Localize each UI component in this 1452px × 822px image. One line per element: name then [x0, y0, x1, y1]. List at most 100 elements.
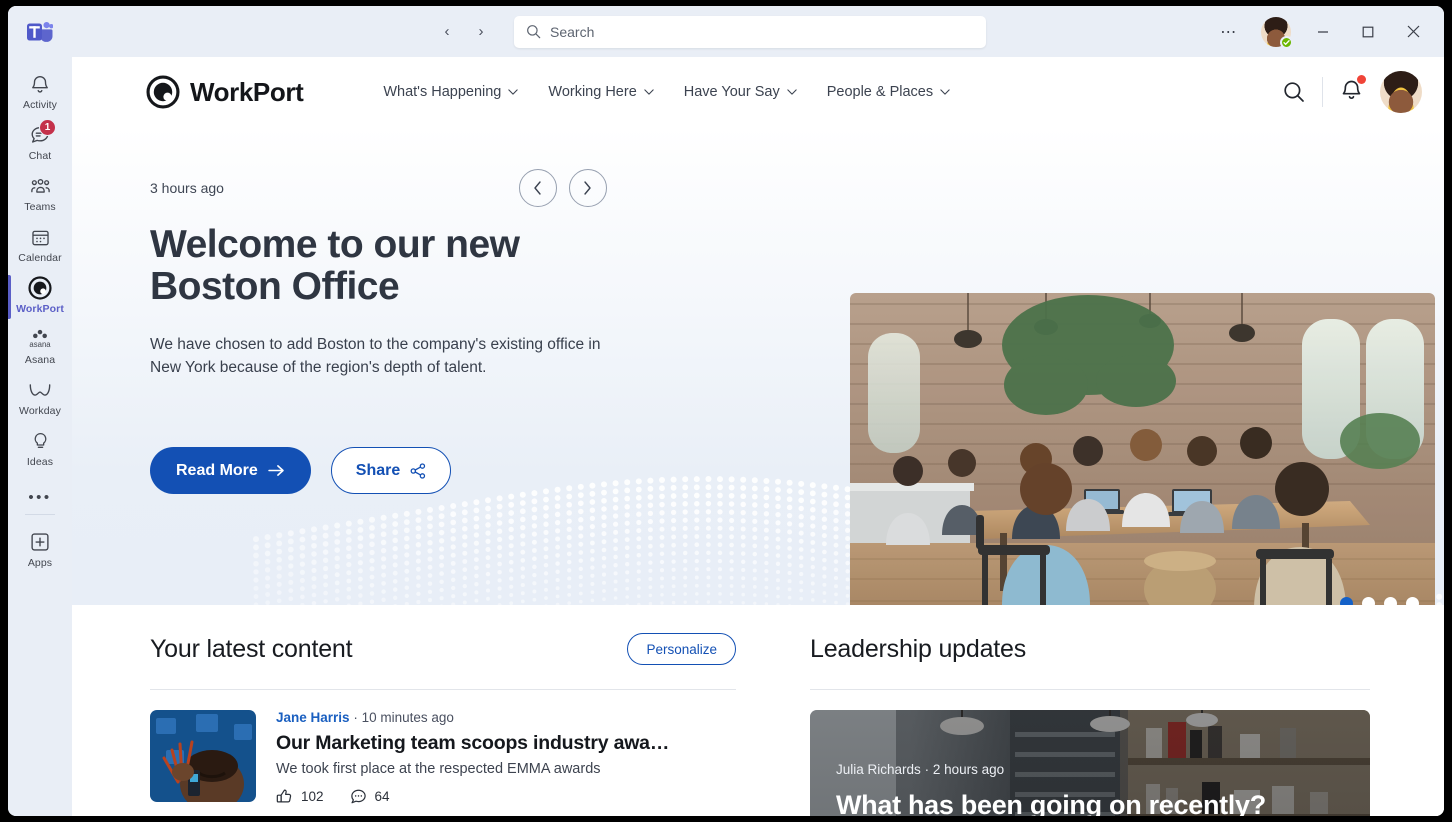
- lightbulb-icon: [28, 429, 52, 453]
- post-title[interactable]: Our Marketing team scoops industry awa…: [276, 732, 736, 755]
- header-actions: [1282, 71, 1422, 113]
- list-item[interactable]: Jane Harris · 10 minutes ago Our Marketi…: [150, 690, 736, 805]
- sidebar-item-label: WorkPort: [16, 303, 64, 315]
- portal-header: WorkPort What's Happening Working Here H…: [72, 57, 1444, 127]
- chevron-left-icon: [534, 181, 542, 195]
- leadership-header: Leadership updates: [810, 625, 1370, 673]
- profile-avatar[interactable]: [1380, 71, 1422, 113]
- sidebar-item-calendar[interactable]: Calendar: [8, 218, 72, 269]
- sidebar-item-teams[interactable]: Teams: [8, 167, 72, 218]
- share-icon: [410, 462, 426, 479]
- sidebar-item-label: Activity: [22, 99, 58, 111]
- title-bar: ‹ › Search ⋯: [8, 6, 1444, 57]
- nav-item-working-here[interactable]: Working Here: [548, 84, 654, 100]
- sidebar-item-workport[interactable]: WorkPort: [8, 269, 72, 320]
- card-author: Julia Richards: [836, 762, 921, 777]
- sidebar-item-label: Chat: [28, 150, 52, 162]
- carousel-dot-1[interactable]: [1340, 597, 1353, 605]
- latest-content-header: Your latest content Personalize: [150, 625, 736, 673]
- post-time: 10 minutes ago: [361, 710, 454, 725]
- rail-more-button[interactable]: •••: [28, 473, 51, 512]
- workport-app-content: WorkPort What's Happening Working Here H…: [72, 57, 1444, 816]
- user-avatar-wrapper[interactable]: [1261, 16, 1293, 49]
- leadership-card[interactable]: Julia Richards · 2 hours ago What has be…: [810, 710, 1370, 816]
- forward-button[interactable]: ›: [468, 19, 494, 45]
- notification-indicator: [1357, 75, 1366, 84]
- search-icon[interactable]: [1282, 80, 1306, 104]
- teams-logo-icon: [8, 20, 72, 44]
- nav-item-have-your-say[interactable]: Have Your Say: [684, 84, 797, 100]
- svg-text:asana: asana: [29, 340, 51, 349]
- chevron-down-icon: [940, 89, 950, 95]
- post-summary: We took first place at the respected EMM…: [276, 761, 601, 777]
- arrow-right-icon: [268, 465, 284, 476]
- window-nav-arrows: ‹ ›: [434, 19, 494, 45]
- share-button[interactable]: Share: [330, 447, 452, 494]
- workport-logo-icon: [146, 75, 180, 109]
- section-title: Your latest content: [150, 634, 353, 663]
- hero-actions: Read More Share: [150, 447, 775, 494]
- card-meta: Julia Richards · 2 hours ago: [836, 762, 1350, 777]
- portal-brand[interactable]: WorkPort: [146, 75, 304, 109]
- chevron-down-icon: [644, 89, 654, 95]
- sidebar-item-asana[interactable]: asana Asana: [8, 320, 72, 371]
- carousel-prev-button[interactable]: [518, 169, 557, 207]
- close-button[interactable]: [1392, 12, 1434, 52]
- nav-item-label: Working Here: [548, 84, 637, 100]
- read-more-button[interactable]: Read More: [150, 447, 311, 494]
- carousel-next-button[interactable]: [568, 169, 607, 207]
- notifications-button[interactable]: [1339, 75, 1366, 107]
- carousel-dot-4[interactable]: [1406, 597, 1419, 605]
- lower-sections: Your latest content Personalize Jane Har…: [72, 605, 1444, 816]
- comment-icon[interactable]: [350, 788, 367, 805]
- back-button[interactable]: ‹: [434, 19, 460, 45]
- post-stats: 102 64: [276, 788, 736, 805]
- card-time: 2 hours ago: [932, 762, 1005, 777]
- post-separator: ·: [353, 710, 358, 725]
- teams-window: ‹ › Search ⋯ Activity 1 Chat Teams Calen…: [8, 6, 1444, 816]
- maximize-button[interactable]: [1347, 12, 1389, 52]
- post-body: Jane Harris · 10 minutes ago Our Marketi…: [276, 710, 736, 805]
- latest-content-section: Your latest content Personalize Jane Har…: [150, 625, 736, 816]
- sidebar-item-label: Ideas: [26, 456, 54, 468]
- sidebar-item-apps[interactable]: Apps: [8, 523, 72, 574]
- sidebar-item-chat[interactable]: 1 Chat: [8, 116, 72, 167]
- sidebar-item-label: Calendar: [18, 252, 62, 264]
- app-rail: Activity 1 Chat Teams Calendar WorkPort …: [8, 57, 72, 816]
- leadership-card-text: Julia Richards · 2 hours ago What has be…: [836, 762, 1350, 816]
- hero-description: We have chosen to add Boston to the comp…: [150, 336, 601, 376]
- nav-item-people-and-places[interactable]: People & Places: [827, 84, 950, 100]
- minimize-button[interactable]: [1302, 12, 1344, 52]
- like-icon[interactable]: [276, 788, 293, 805]
- sidebar-item-label: Teams: [24, 201, 56, 213]
- hero-text-block: 3 hours ago Welcome to our new Boston Of…: [150, 142, 775, 494]
- bell-icon: [28, 72, 52, 96]
- post-author[interactable]: Jane Harris: [276, 710, 350, 725]
- hero-carousel: 3 hours ago Welcome to our new Boston Of…: [72, 127, 1444, 605]
- global-search-bar[interactable]: Search: [514, 15, 986, 48]
- sidebar-item-activity[interactable]: Activity: [8, 65, 72, 116]
- carousel-dot-3[interactable]: [1384, 597, 1397, 605]
- personalize-button[interactable]: Personalize: [627, 633, 736, 665]
- nav-item-whats-happening[interactable]: What's Happening: [383, 84, 519, 100]
- brand-name: WorkPort: [190, 76, 304, 107]
- nav-item-label: What's Happening: [383, 84, 502, 100]
- hero-timestamp: 3 hours ago: [150, 180, 224, 196]
- search-icon: [527, 25, 541, 39]
- workday-icon: [28, 378, 52, 402]
- sidebar-item-label: Asana: [24, 354, 56, 366]
- add-apps-icon: [28, 530, 52, 554]
- global-search-placeholder: Search: [550, 23, 595, 40]
- titlebar-more-button[interactable]: ⋯: [1208, 12, 1250, 52]
- hero-title: Welcome to our new Boston Office: [150, 223, 520, 308]
- sidebar-item-ideas[interactable]: Ideas: [8, 422, 72, 473]
- post-thumbnail: [150, 710, 256, 802]
- read-more-label: Read More: [176, 461, 258, 479]
- sidebar-item-workday[interactable]: Workday: [8, 371, 72, 422]
- primary-navigation: What's Happening Working Here Have Your …: [383, 84, 950, 100]
- award-photo: [150, 710, 256, 802]
- carousel-dot-2[interactable]: [1362, 597, 1375, 605]
- chevron-right-icon: [584, 181, 592, 195]
- share-label: Share: [355, 461, 401, 479]
- like-count: 102: [301, 789, 324, 804]
